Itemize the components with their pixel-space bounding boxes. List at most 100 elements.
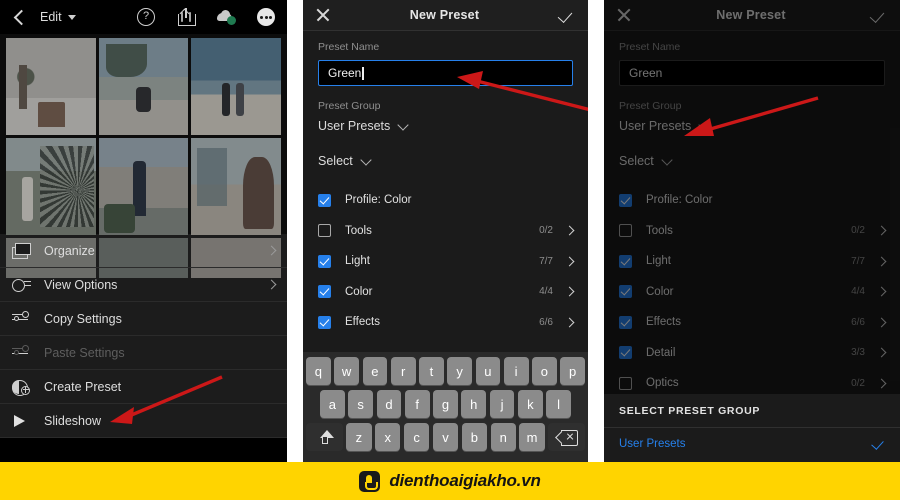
list-item-profile[interactable]: Profile: Color: [604, 185, 900, 216]
chevron-right-icon[interactable]: [564, 317, 575, 328]
photo-thumbnail[interactable]: [6, 138, 96, 235]
key-a[interactable]: a: [319, 390, 345, 418]
dialog-header: New Preset: [303, 0, 588, 31]
checkbox[interactable]: [619, 193, 632, 207]
key-w[interactable]: w: [334, 357, 359, 385]
key-g[interactable]: g: [433, 390, 458, 418]
preset-name-input[interactable]: Green: [619, 60, 885, 86]
checkbox[interactable]: [318, 285, 331, 299]
help-icon[interactable]: [137, 8, 155, 26]
chevron-right-icon[interactable]: [564, 286, 575, 297]
photo-thumbnail[interactable]: [98, 38, 189, 135]
select-dropdown[interactable]: Select: [318, 153, 573, 168]
chevron-right-icon[interactable]: [876, 347, 887, 358]
checkbox[interactable]: [619, 346, 632, 360]
key-y[interactable]: y: [447, 357, 472, 385]
key-c[interactable]: c: [403, 423, 430, 451]
close-icon[interactable]: [617, 8, 631, 22]
list-item-label: Color: [345, 285, 373, 298]
key-l[interactable]: l: [546, 390, 572, 418]
key-d[interactable]: d: [376, 390, 402, 418]
keyboard-row-2: a s d f g h j k l: [306, 390, 585, 418]
preset-group-label: Preset Group: [318, 100, 381, 112]
new-preset-dialog-panel: New Preset Preset Name Green Preset Grou…: [303, 0, 588, 462]
preset-name-label: Preset Name: [318, 41, 380, 53]
confirm-checkmark-icon[interactable]: [871, 8, 887, 22]
list-item-color[interactable]: Color 4/4: [604, 277, 900, 308]
chevron-down-icon: [661, 153, 673, 166]
key-x[interactable]: x: [375, 423, 401, 451]
list-item-count: 0/2: [851, 377, 865, 389]
key-s[interactable]: s: [348, 390, 374, 418]
edit-title[interactable]: Edit: [40, 10, 76, 24]
key-t[interactable]: t: [419, 357, 444, 385]
key-m[interactable]: m: [519, 423, 545, 451]
preset-name-input[interactable]: Green: [318, 60, 573, 86]
key-r[interactable]: r: [390, 357, 416, 385]
photo-thumbnail[interactable]: [191, 38, 281, 135]
checkbox[interactable]: [318, 254, 331, 268]
share-icon[interactable]: [177, 8, 196, 26]
menu-item-create-preset[interactable]: Create Preset: [0, 370, 287, 404]
confirm-checkmark-icon[interactable]: [559, 8, 575, 22]
list-item-effects[interactable]: Effects 6/6: [303, 307, 588, 338]
more-options-icon[interactable]: [257, 8, 275, 26]
checkbox[interactable]: [619, 224, 632, 238]
menu-item-view-options[interactable]: View Options: [0, 268, 287, 302]
key-n[interactable]: n: [490, 423, 516, 451]
menu-item-label: Organize: [44, 243, 95, 258]
checkbox[interactable]: [619, 315, 632, 329]
key-u[interactable]: u: [475, 357, 501, 385]
key-f[interactable]: f: [404, 390, 430, 418]
photo-thumbnail[interactable]: [6, 38, 96, 135]
select-dropdown[interactable]: Select: [619, 153, 885, 168]
list-item-detail[interactable]: Detail 3/3: [604, 338, 900, 369]
preset-group-dropdown[interactable]: User Presets: [318, 118, 573, 133]
key-q[interactable]: q: [306, 357, 331, 385]
organize-icon: [12, 242, 32, 260]
list-item-tools[interactable]: Tools 0/2: [303, 216, 588, 247]
chevron-right-icon[interactable]: [876, 256, 887, 267]
list-item-effects[interactable]: Effects 6/6: [604, 307, 900, 338]
checkbox[interactable]: [318, 224, 331, 238]
checkbox[interactable]: [318, 193, 331, 207]
list-item-light[interactable]: Light 7/7: [303, 246, 588, 277]
list-item-color[interactable]: Color 4/4: [303, 277, 588, 308]
menu-item-copy-settings[interactable]: Copy Settings: [0, 302, 287, 336]
chevron-right-icon[interactable]: [876, 225, 887, 236]
checkbox[interactable]: [619, 285, 632, 299]
checkbox[interactable]: [619, 254, 632, 268]
photo-thumbnail[interactable]: [191, 138, 281, 235]
key-b[interactable]: b: [461, 423, 488, 451]
back-chevron-icon[interactable]: [12, 10, 26, 24]
keyboard-row-3: z x c v b n m: [305, 423, 586, 451]
key-k[interactable]: k: [517, 390, 543, 418]
key-e[interactable]: e: [362, 357, 388, 385]
key-z[interactable]: z: [346, 423, 372, 451]
list-item-tools[interactable]: Tools 0/2: [604, 216, 900, 247]
chevron-right-icon[interactable]: [564, 225, 575, 236]
chevron-right-icon[interactable]: [876, 317, 887, 328]
photo-thumbnail[interactable]: [98, 138, 189, 235]
key-o[interactable]: o: [532, 357, 557, 385]
checkbox[interactable]: [619, 376, 632, 390]
list-item-profile[interactable]: Profile: Color: [303, 185, 588, 216]
key-j[interactable]: j: [489, 390, 515, 418]
close-icon[interactable]: [316, 8, 330, 22]
menu-item-slideshow[interactable]: Slideshow: [0, 404, 287, 438]
backspace-key-icon[interactable]: [548, 423, 586, 451]
key-v[interactable]: v: [432, 423, 459, 451]
chevron-right-icon[interactable]: [876, 286, 887, 297]
sheet-option-user-presets[interactable]: User Presets: [604, 428, 900, 462]
chevron-right-icon[interactable]: [564, 256, 575, 267]
menu-item-organize[interactable]: Organize: [0, 234, 287, 268]
shift-key-icon[interactable]: [305, 423, 343, 451]
key-h[interactable]: h: [461, 390, 487, 418]
checkbox[interactable]: [318, 315, 331, 329]
preset-group-dropdown[interactable]: User Presets: [619, 118, 885, 133]
list-item-light[interactable]: Light 7/7: [604, 246, 900, 277]
chevron-right-icon[interactable]: [876, 378, 887, 389]
cloud-sync-icon[interactable]: [217, 8, 236, 26]
key-i[interactable]: i: [503, 357, 529, 385]
key-p[interactable]: p: [560, 357, 585, 385]
